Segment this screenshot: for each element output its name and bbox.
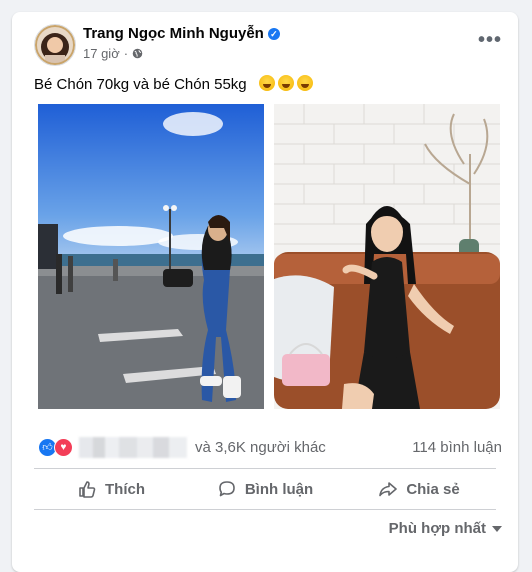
laughing-emoji-icon (258, 75, 275, 91)
like-button[interactable]: Thích (34, 472, 188, 506)
avatar[interactable] (34, 24, 76, 66)
laughing-emoji-icon (296, 75, 313, 91)
post-card: Trang Ngọc Minh Nguyễn ✓ 17 giờ · ••• Bé … (12, 12, 518, 572)
caret-down-icon (492, 525, 502, 532)
share-icon (379, 482, 398, 497)
divider (34, 468, 496, 469)
love-reaction-icon: ♥ (54, 438, 73, 457)
post-photo-beach[interactable] (38, 104, 264, 409)
globe-icon (132, 48, 143, 59)
comment-sort-dropdown[interactable]: Phù hợp nhất (389, 520, 502, 537)
author-name[interactable]: Trang Ngọc Minh Nguyễn ✓ (83, 25, 280, 42)
post-actions: Thích Bình luận Chia sẻ (34, 472, 496, 506)
share-button[interactable]: Chia sẻ (342, 472, 496, 506)
more-options-icon[interactable]: ••• (476, 30, 504, 50)
author-name-label: Trang Ngọc Minh Nguyễn (83, 25, 264, 42)
post-time[interactable]: 17 giờ (83, 46, 120, 61)
thumbs-up-icon (79, 481, 96, 498)
divider (34, 509, 496, 510)
post-caption: Bé Chón 70kg và bé Chón 55kg (34, 76, 247, 93)
like-label: Thích (105, 480, 145, 498)
post-stats: 👍︎ ♥ và 3,6K người khác 114 bình luận (12, 432, 518, 462)
reaction-count[interactable]: và 3,6K người khác (195, 439, 326, 456)
comment-count[interactable]: 114 bình luận (412, 439, 502, 456)
post-meta: 17 giờ · (83, 46, 143, 61)
verified-badge-icon: ✓ (267, 28, 280, 40)
reaction-icons[interactable]: 👍︎ ♥ (38, 438, 73, 457)
comment-label: Bình luận (244, 480, 314, 498)
emoji-group (258, 75, 313, 91)
sort-label: Phù hợp nhất (388, 520, 486, 537)
share-label: Chia sẻ (406, 480, 460, 498)
laughing-emoji-icon (277, 75, 294, 91)
comment-icon (219, 481, 235, 497)
reactor-names-blurred (79, 437, 187, 458)
comment-button[interactable]: Bình luận (188, 472, 342, 506)
post-photo-couch[interactable] (274, 104, 500, 409)
post-text: Bé Chón 70kg và bé Chón 55kg (34, 75, 313, 93)
post-header: Trang Ngọc Minh Nguyễn ✓ 17 giờ · ••• (12, 12, 518, 72)
